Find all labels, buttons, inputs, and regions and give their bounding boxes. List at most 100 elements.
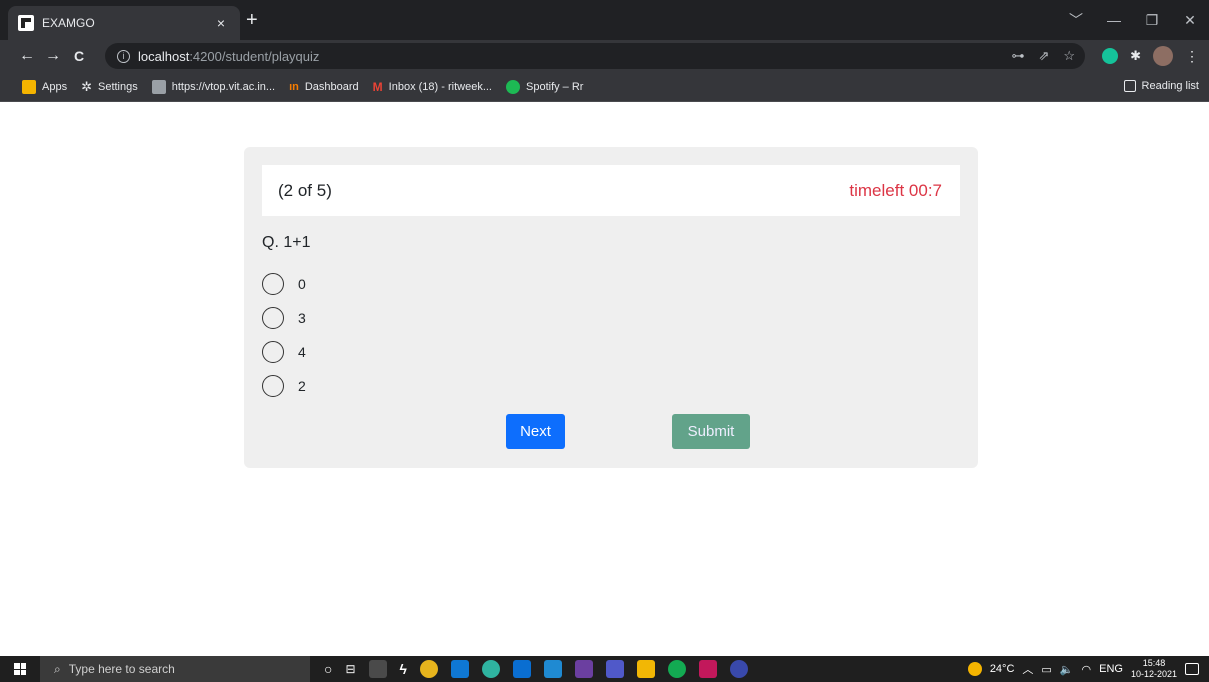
quiz-card: (2 of 5) timeleft 00:7 Q. 1+1 0 3 4 2 Ne… — [244, 147, 978, 468]
bookmark-label: https://vtop.vit.ac.in... — [171, 80, 276, 93]
address-bar[interactable]: i localhost :4200/student/playquiz ⊶ ⇗ ☆ — [105, 43, 1085, 69]
bookmarks-bar: Apps ✲ Settings https://vtop.vit.ac.in..… — [0, 72, 1209, 102]
bookmark-label: Dashboard — [304, 80, 359, 93]
minimize-button[interactable]: — — [1095, 0, 1133, 40]
option-label: 3 — [298, 310, 306, 326]
browser-toolbar: ← → C i localhost :4200/student/playquiz… — [0, 40, 1209, 72]
url-path: :4200/student/playquiz — [189, 48, 320, 64]
windows-taskbar: ⌕ Type here to search ○ ⊟ ϟ 24°C ︿ ▭ 🔈 ◠… — [0, 656, 1209, 682]
gmail-icon: M — [372, 79, 383, 94]
tab-close-icon[interactable]: × — [212, 15, 230, 31]
site-info-icon[interactable]: i — [117, 49, 130, 63]
close-window-button[interactable]: ✕ — [1171, 0, 1209, 40]
clock-time: 15:48 — [1142, 658, 1166, 668]
bookmark-dashboard[interactable]: ın Dashboard — [289, 81, 359, 93]
browser-tab[interactable]: EXAMGO × — [8, 6, 240, 40]
volume-icon[interactable]: 🔈 — [1060, 663, 1074, 676]
reload-button[interactable]: C — [66, 48, 92, 64]
extension-icons: ✱ ⋮ — [1102, 46, 1199, 66]
taskbar-clock[interactable]: 15:48 10-12-2021 — [1131, 658, 1177, 680]
system-tray: 24°C ︿ ▭ 🔈 ◠ ENG 15:48 10-12-2021 — [967, 656, 1209, 682]
task-view-icon[interactable]: ⊟ — [345, 662, 355, 676]
radio-button[interactable] — [262, 307, 284, 329]
extensions-puzzle-icon[interactable]: ✱ — [1130, 48, 1141, 64]
url-host: localhost — [138, 48, 190, 64]
tab-search-icon[interactable]: ﹀ — [1057, 0, 1095, 40]
chrome-icon[interactable] — [419, 660, 438, 678]
window-controls: ﹀ — ❐ ✕ — [1057, 0, 1209, 40]
back-button[interactable]: ← — [14, 47, 40, 65]
option-label: 2 — [298, 378, 306, 394]
bookmark-gmail[interactable]: M Inbox (18) - ritweek... — [373, 80, 492, 94]
question-text: Q. 1+1 — [262, 234, 311, 251]
intellij-icon[interactable] — [574, 660, 593, 678]
radio-button[interactable] — [262, 375, 284, 397]
cortana-icon[interactable]: ○ — [324, 661, 332, 677]
clock-date: 10-12-2021 — [1130, 669, 1177, 679]
answer-option[interactable]: 2 — [262, 369, 306, 403]
powershell-icon[interactable]: ϟ — [400, 661, 407, 677]
bookmark-label: Settings — [97, 80, 138, 93]
next-button[interactable]: Next — [506, 414, 565, 449]
grammarly-icon[interactable] — [1102, 48, 1119, 64]
answer-option[interactable]: 3 — [262, 301, 306, 335]
show-hidden-icons[interactable]: ︿ — [1022, 661, 1033, 677]
radio-button[interactable] — [262, 341, 284, 363]
wifi-icon[interactable]: ◠ — [1082, 663, 1092, 676]
key-icon[interactable]: ⊶ — [1011, 48, 1024, 64]
bookmark-settings[interactable]: ✲ Settings — [81, 79, 138, 95]
terminal-icon[interactable] — [368, 660, 387, 678]
menu-kebab-icon[interactable]: ⋮ — [1185, 48, 1199, 65]
mongodb-icon[interactable] — [667, 660, 686, 678]
gear-icon: ✲ — [81, 78, 92, 94]
vscode-icon[interactable] — [543, 660, 562, 678]
mail-icon[interactable] — [450, 660, 469, 678]
taskbar-search[interactable]: ⌕ Type here to search — [40, 656, 310, 682]
examgo-favicon-icon — [18, 15, 34, 31]
store-icon[interactable] — [512, 660, 531, 678]
bookmark-label: Inbox (18) - ritweek... — [388, 80, 492, 93]
maximize-button[interactable]: ❐ — [1133, 0, 1171, 40]
search-placeholder: Type here to search — [68, 662, 175, 676]
reading-list-label: Reading list — [1141, 80, 1199, 92]
bookmark-label: Spotify – Rr — [526, 80, 584, 93]
windows-logo-icon — [14, 663, 26, 675]
app-icon[interactable] — [698, 660, 717, 678]
omnibox-actions: ⊶ ⇗ ☆ — [1011, 48, 1075, 64]
answer-option[interactable]: 0 — [262, 267, 306, 301]
weather-temp[interactable]: 24°C — [990, 663, 1015, 675]
bookmark-star-icon[interactable]: ☆ — [1063, 48, 1075, 64]
file-explorer-icon[interactable] — [636, 660, 655, 678]
reading-list-icon — [1123, 80, 1136, 92]
time-left: timeleft 00:7 — [849, 180, 942, 200]
spotify-icon — [506, 79, 520, 94]
battery-icon[interactable]: ▭ — [1041, 663, 1051, 676]
radio-button[interactable] — [262, 273, 284, 295]
option-label: 0 — [298, 276, 306, 292]
tab-title: EXAMGO — [42, 16, 95, 30]
question-progress: (2 of 5) — [278, 180, 332, 200]
share-icon[interactable]: ⇗ — [1038, 48, 1049, 64]
forward-button[interactable]: → — [40, 47, 66, 65]
notifications-icon[interactable] — [1185, 663, 1199, 675]
taskbar-apps: ○ ⊟ ϟ — [324, 660, 748, 678]
reading-list-button[interactable]: Reading list — [1123, 80, 1199, 92]
help-icon[interactable] — [729, 660, 748, 678]
start-button[interactable] — [0, 656, 40, 682]
new-tab-button[interactable]: + — [246, 10, 258, 30]
browser-title-bar: EXAMGO × + ﹀ — ❐ ✕ — [0, 0, 1209, 40]
bookmark-apps[interactable]: Apps — [22, 79, 68, 94]
vtop-icon — [151, 79, 166, 94]
language-indicator[interactable]: ENG — [1099, 663, 1123, 675]
quiz-header: (2 of 5) timeleft 00:7 — [262, 165, 960, 216]
weather-icon[interactable] — [967, 662, 982, 676]
option-label: 4 — [298, 344, 306, 360]
submit-button[interactable]: Submit — [672, 414, 750, 449]
bookmark-label: Apps — [42, 80, 68, 93]
bookmark-vtop[interactable]: https://vtop.vit.ac.in... — [151, 79, 276, 94]
answer-option[interactable]: 4 — [262, 335, 306, 369]
teams-icon[interactable] — [605, 660, 624, 678]
profile-avatar[interactable] — [1153, 46, 1173, 66]
edge-icon[interactable] — [481, 660, 500, 678]
bookmark-spotify[interactable]: Spotify – Rr — [506, 79, 584, 94]
